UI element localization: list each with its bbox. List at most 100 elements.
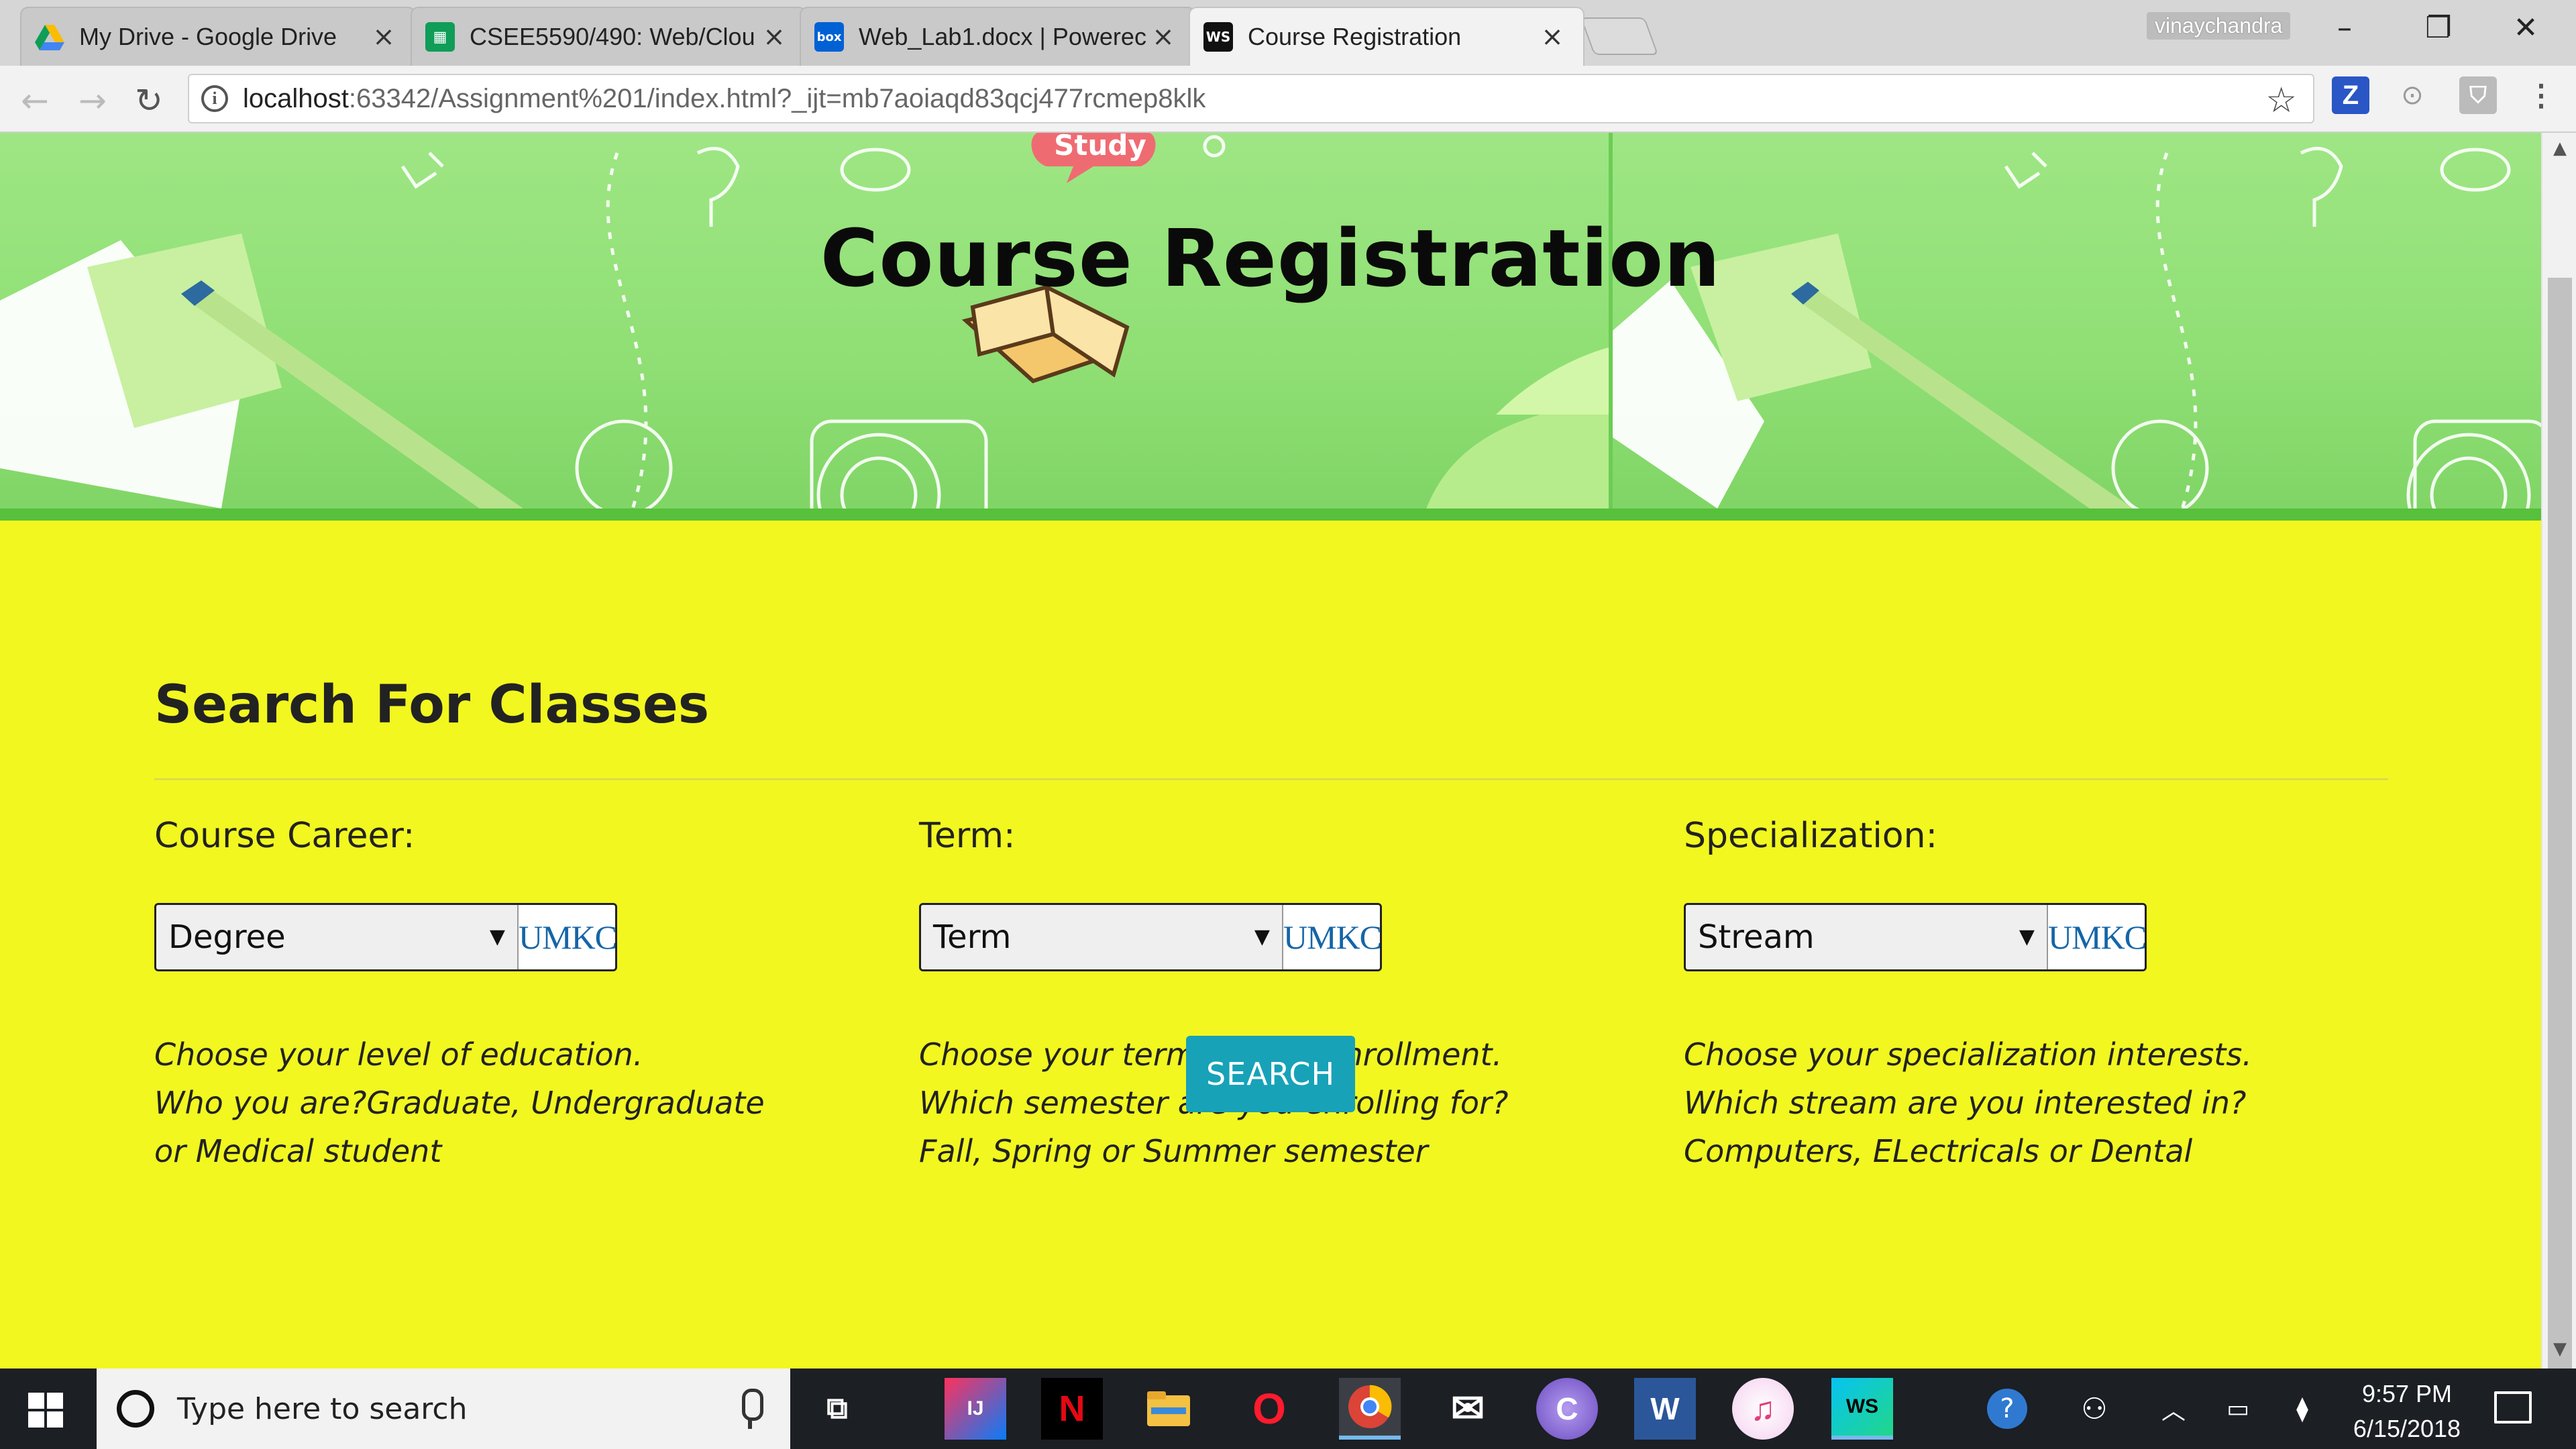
bookmark-star-icon[interactable]: ☆ [2265,80,2297,121]
system-clock[interactable]: 9:57 PM 6/15/2018 [2328,1377,2486,1446]
doodle-background [0,133,2541,521]
select-value: Degree [168,918,286,956]
chrome-icon[interactable] [1339,1378,1401,1440]
tab-csee5590[interactable]: ▦ CSEE5590/490: Web/Clou × [411,7,806,66]
course-career-label: Course Career: [154,816,415,856]
tab-course-registration[interactable]: WS Course Registration × [1189,7,1585,66]
help-line: Who you are?Graduate, Undergraduate [154,1085,765,1121]
hero-banner: Study Course Registration [0,133,2541,521]
chevron-up-icon[interactable]: ︿ [2153,1389,2194,1429]
taskbar-search-placeholder: Type here to search [177,1391,468,1426]
tab-label: CSEE5590/490: Web/Clou [470,23,755,50]
specialization-select[interactable]: Stream ▼ [1686,905,2048,969]
page-viewport: Study Course Registration Search For Cla… [0,133,2541,1368]
people-icon[interactable]: ⚇ [2074,1389,2114,1429]
scroll-up-icon[interactable]: ▲ [2542,138,2576,165]
close-icon[interactable]: × [1539,21,1566,52]
section-divider [154,778,2388,780]
mail-icon[interactable]: ✉ [1437,1378,1499,1440]
help-line: Choose your specialization interests. [1684,1036,2252,1073]
menu-kebab-icon[interactable]: ⋮ [2522,76,2560,114]
microphone-icon[interactable] [737,1387,763,1430]
vertical-scrollbar[interactable]: ▲ ▼ [2541,133,2576,1449]
windows-taskbar: Type here to search ⧉ IJ N O ✉ C W ♫ WS … [0,1368,2576,1449]
specialization-label: Specialization: [1684,816,1938,856]
netflix-icon[interactable]: N [1041,1378,1103,1440]
specialization-control: Stream ▼ UMKC [1684,903,2147,971]
app-icon[interactable]: C [1536,1378,1598,1440]
notification-center-icon[interactable] [2494,1391,2532,1424]
word-icon[interactable]: W [1634,1378,1696,1440]
tab-google-drive[interactable]: My Drive - Google Drive × [20,7,416,66]
google-sheets-icon: ▦ [425,22,455,52]
new-tab-button[interactable] [1580,17,1659,55]
google-drive-icon [35,22,64,52]
taskbar-search-box[interactable]: Type here to search [97,1368,790,1449]
umkc-logo: UMKC [519,905,615,969]
search-button[interactable]: SEARCH [1186,1036,1355,1112]
itunes-icon[interactable]: ♫ [1732,1378,1794,1440]
opera-icon[interactable]: O [1238,1378,1300,1440]
tab-label: Course Registration [1248,23,1462,50]
select-value: Term [933,918,1012,956]
help-line: or Medical student [154,1133,442,1169]
extension-icon[interactable]: ⊙ [2394,76,2431,114]
umkc-logo: UMKC [1283,905,1380,969]
clock-time: 9:57 PM [2361,1380,2453,1407]
window-close-icon[interactable]: ✕ [2489,4,2563,51]
help-line: Choose your level of education. [154,1036,643,1073]
dropbox-icon[interactable]: ⧫ [2282,1389,2322,1429]
help-line: Which stream are you interested in? [1684,1085,2247,1121]
page-title: Course Registration [820,212,1721,305]
course-career-control: Degree ▼ UMKC [154,903,617,971]
webstorm-icon[interactable]: WS [1831,1378,1893,1440]
browser-tab-strip: My Drive - Google Drive × ▦ CSEE5590/490… [0,0,2576,66]
section-title: Search For Classes [154,675,710,735]
close-icon[interactable]: × [370,21,397,52]
task-view-icon[interactable]: ⧉ [806,1378,868,1440]
umkc-logo: UMKC [2048,905,2145,969]
study-sticker: Study [1054,133,1146,162]
restore-icon[interactable]: ❐ [2402,4,2475,51]
select-value: Stream [1698,918,1815,956]
info-icon[interactable]: i [201,85,228,112]
profile-button[interactable]: vinaychandra [2147,12,2291,40]
scroll-down-icon[interactable]: ▼ [2542,1339,2576,1366]
intellij-icon[interactable]: IJ [945,1378,1006,1440]
help-line: Fall, Spring or Summer semester [919,1133,1428,1169]
tab-web-lab1[interactable]: box Web_Lab1.docx | Powerec × [800,7,1195,66]
back-arrow-icon[interactable]: ← [15,80,55,121]
dropdown-arrow-icon: ▼ [489,925,505,949]
banner-bottom-strip [0,508,2541,521]
url-text: localhost:63342/Assignment%201/index.htm… [243,83,1206,113]
dropdown-arrow-icon: ▼ [2019,925,2035,949]
course-career-select[interactable]: Degree ▼ [156,905,519,969]
address-bar[interactable]: i localhost:63342/Assignment%201/index.h… [188,74,2314,123]
browser-toolbar: ← → ↻ i localhost:63342/Assignment%201/i… [0,66,2576,133]
extension-icon-2[interactable]: ⛉ [2459,76,2497,114]
dropdown-arrow-icon: ▼ [1254,925,1270,949]
banner-seam [1609,133,1613,521]
battery-icon[interactable]: ▭ [2218,1389,2258,1429]
scrollbar-thumb[interactable] [2548,278,2572,1449]
cortana-icon [117,1390,154,1428]
close-icon[interactable]: × [761,21,788,52]
box-icon: box [814,22,844,52]
term-select[interactable]: Term ▼ [921,905,1283,969]
minimize-icon[interactable]: – [2308,4,2381,51]
tab-label: Web_Lab1.docx | Powerec [859,23,1146,50]
help-line: Computers, ELectricals or Dental [1684,1133,2193,1169]
search-form: Search For Classes Course Career: Degree… [0,521,2541,1368]
clock-date: 6/15/2018 [2353,1415,2461,1442]
course-career-column: Course Career: Degree ▼ UMKC Choose your… [154,816,892,1169]
tab-label: My Drive - Google Drive [79,23,337,50]
course-career-help: Choose your level of education. Who you … [154,1030,892,1175]
forward-arrow-icon[interactable]: → [72,80,113,121]
windows-start-icon[interactable] [28,1393,63,1428]
specialization-help: Choose your specialization interests. Wh… [1684,1030,2422,1175]
help-icon[interactable]: ? [1987,1389,2027,1429]
close-icon[interactable]: × [1150,21,1177,52]
zotero-extension-icon[interactable]: Z [2332,76,2369,114]
reload-icon[interactable]: ↻ [129,80,169,121]
file-explorer-icon[interactable] [1138,1378,1199,1440]
